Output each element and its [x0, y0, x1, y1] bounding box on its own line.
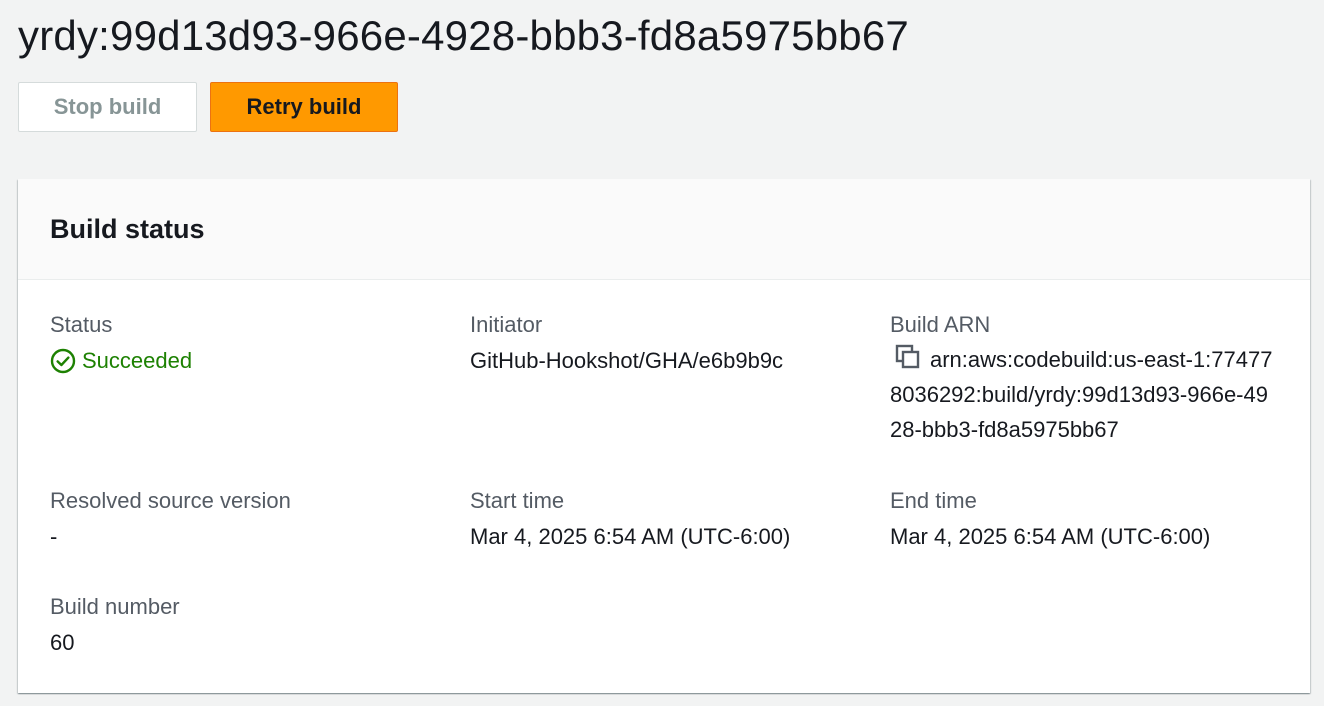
initiator-field: Initiator GitHub-Hookshot/GHA/e6b9b9c [470, 310, 870, 378]
status-text: Succeeded [82, 348, 193, 373]
build-arn-text: arn:aws:codebuild:us-east-1:774778036292… [890, 347, 1273, 442]
build-arn-label: Build ARN [890, 312, 991, 337]
panel-title: Build status [50, 213, 205, 244]
start-time-label: Start time [470, 488, 565, 513]
end-time-label: End time [890, 488, 977, 513]
page-title: yrdy:99d13d93-966e-4928-bbb3-fd8a5975bb6… [18, 12, 909, 59]
check-circle-icon [50, 348, 76, 374]
build-number-label: Build number [50, 594, 180, 619]
status-value: Succeeded [50, 344, 450, 378]
resolved-source-version-label: Resolved source version [50, 488, 291, 513]
start-time-value: Mar 4, 2025 6:54 AM (UTC-6:00) [470, 524, 791, 549]
end-time-value: Mar 4, 2025 6:54 AM (UTC-6:00) [890, 524, 1211, 549]
status-label: Status [50, 312, 113, 337]
build-arn-field: Build ARN arn:aws:codebuild:us-east-1:77… [890, 310, 1290, 447]
build-actions: Stop build Retry build [18, 82, 398, 132]
build-number-field: Build number 60 [50, 592, 450, 660]
stop-build-button[interactable]: Stop build [18, 82, 197, 132]
resolved-source-version-field: Resolved source version - [50, 486, 450, 554]
end-time-field: End time Mar 4, 2025 6:54 AM (UTC-6:00) [890, 486, 1290, 554]
panel-header: Build status [18, 179, 1310, 280]
build-arn-value: arn:aws:codebuild:us-east-1:774778036292… [890, 342, 1280, 447]
retry-build-button[interactable]: Retry build [210, 82, 398, 132]
initiator-label: Initiator [470, 312, 543, 337]
build-status-panel: Build status Status Succeeded Initiator … [18, 179, 1310, 693]
resolved-source-version-value: - [50, 524, 58, 549]
start-time-field: Start time Mar 4, 2025 6:54 AM (UTC-6:00… [470, 486, 870, 554]
status-field: Status Succeeded [50, 310, 450, 378]
initiator-value: GitHub-Hookshot/GHA/e6b9b9c [470, 348, 784, 373]
copy-icon[interactable] [890, 344, 930, 369]
build-number-value: 60 [50, 630, 75, 655]
